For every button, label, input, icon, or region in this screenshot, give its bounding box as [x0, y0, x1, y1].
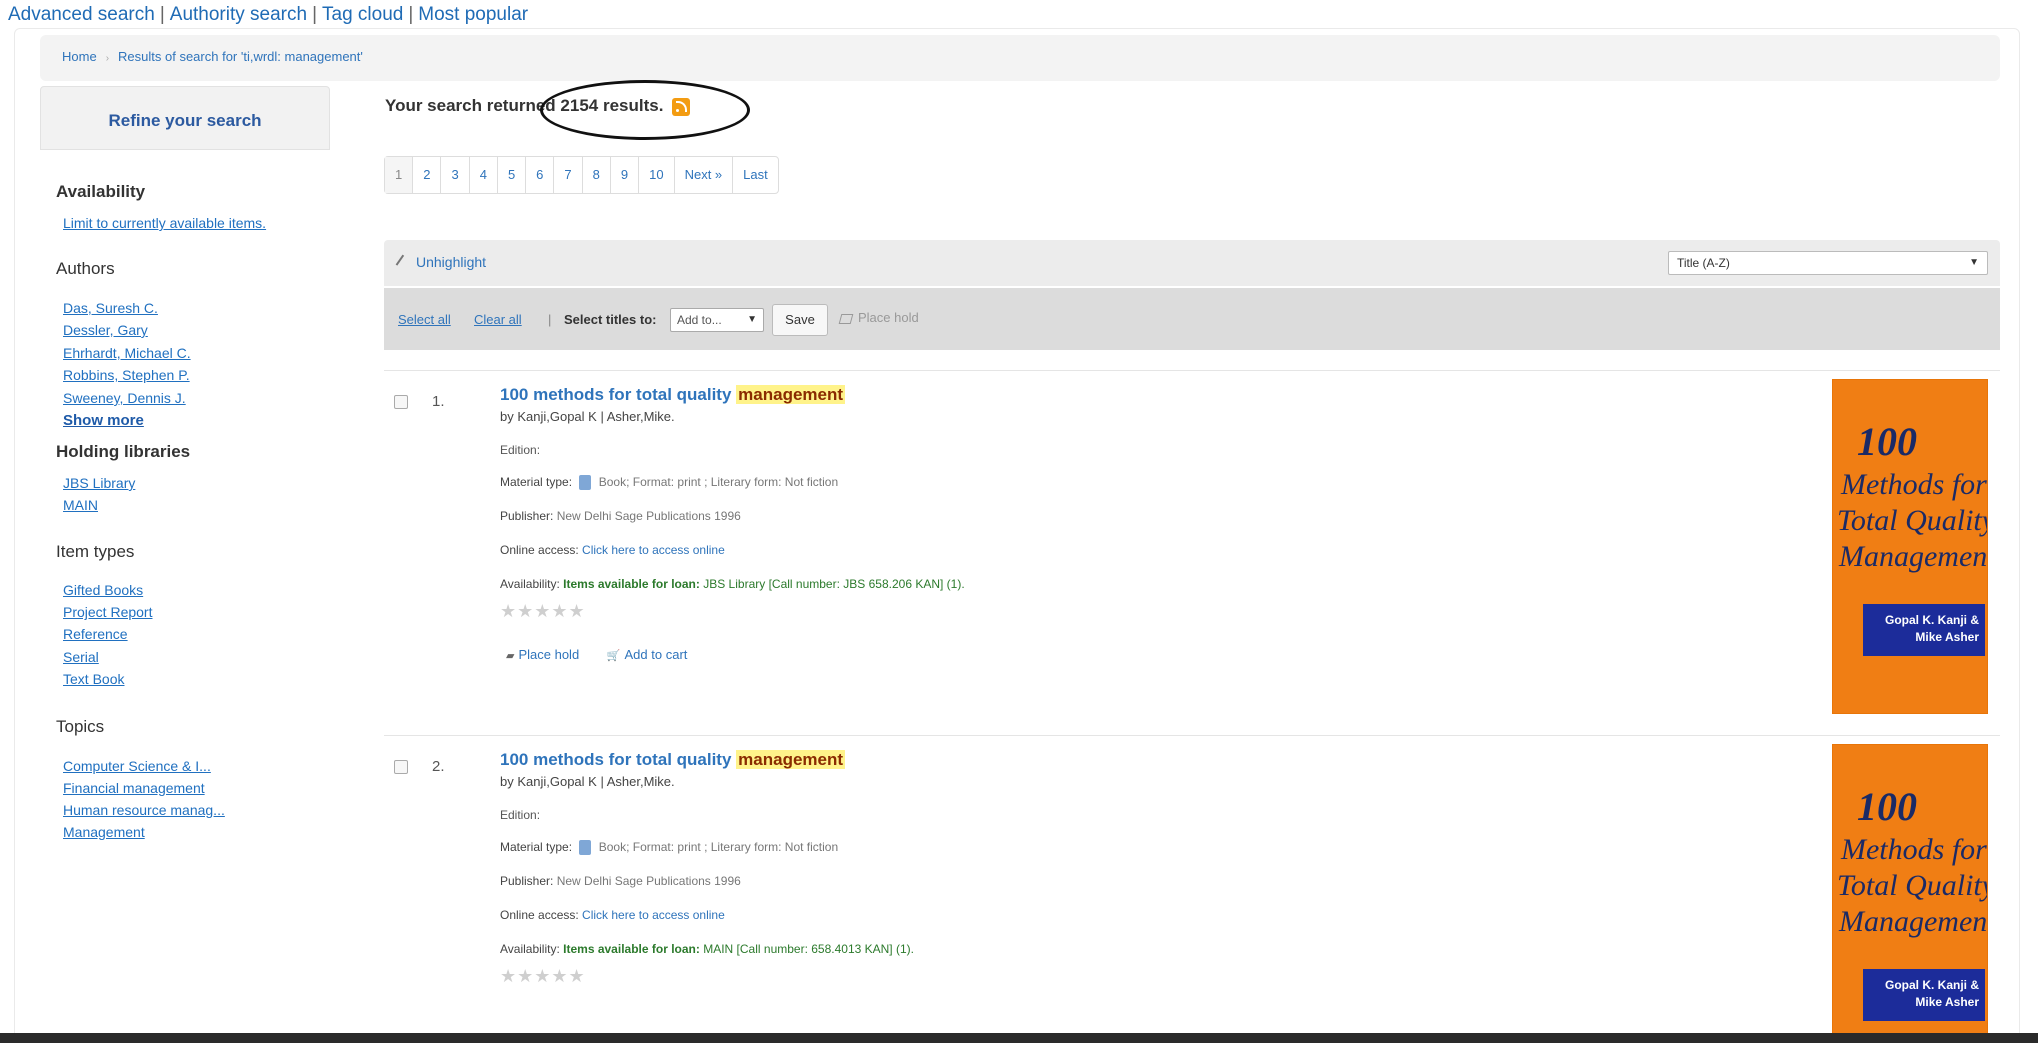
- pagination: 1 2 3 4 5 6 7 8 9 10 Next » Last: [384, 156, 779, 194]
- result-availability: Availability: Items available for loan: …: [500, 942, 914, 956]
- tag-cloud-link[interactable]: Tag cloud: [322, 4, 403, 25]
- book-icon: [579, 840, 592, 856]
- page-link-5[interactable]: 5: [498, 157, 527, 193]
- show-more-authors-link[interactable]: Show more: [63, 412, 144, 429]
- facet-title-topics: Topics: [56, 717, 105, 736]
- book-cover-image[interactable]: 100 Methods for Total Quality Management…: [1832, 379, 1988, 714]
- hold-icon: [838, 313, 854, 324]
- top-links: Advanced search | Authority search | Tag clo…: [8, 4, 529, 25]
- page-link-3[interactable]: 3: [441, 157, 470, 193]
- results-toolbar: Unhighlight Title (A-Z) ▼: [384, 240, 2000, 286]
- breadcrumb-current[interactable]: Results of search for 'ti,wrdl: manageme…: [118, 49, 363, 64]
- topic-link[interactable]: Financial management: [63, 780, 205, 796]
- topic-link[interactable]: Management: [63, 824, 145, 840]
- result-material-type: Material type: Book; Format: print ; Lit…: [500, 475, 839, 491]
- result-record: 1. 100 methods for total quality managem…: [384, 370, 2000, 736]
- facets-sidebar: Refine your search Availability Limit to…: [40, 86, 330, 1043]
- taskbar: [0, 1033, 2038, 1043]
- facet-title-item-types: Item types: [56, 542, 135, 561]
- selection-toolbar: Select all Clear all | Select titles to:…: [384, 288, 2000, 350]
- topic-link[interactable]: Computer Science & I...: [63, 758, 211, 774]
- library-link[interactable]: MAIN: [63, 497, 98, 513]
- result-online-access: Online access: Click here to access onli…: [500, 908, 725, 922]
- cart-icon: 🛒: [606, 650, 621, 662]
- result-material-type: Material type: Book; Format: print ; Lit…: [500, 840, 839, 856]
- result-online-access: Online access: Click here to access onli…: [500, 543, 725, 557]
- author-link[interactable]: Robbins, Stephen P.: [63, 367, 190, 383]
- result-publisher: Publisher: New Delhi Sage Publications 1…: [500, 509, 741, 523]
- clear-all-link[interactable]: Clear all: [474, 312, 522, 327]
- author-link[interactable]: Ehrhardt, Michael C.: [63, 345, 191, 361]
- page-link-2[interactable]: 2: [413, 157, 442, 193]
- facet-title-holding-libraries: Holding libraries: [56, 442, 191, 461]
- result-actions: ▰ Place hold 🛒 Add to cart: [506, 647, 711, 662]
- result-publisher: Publisher: New Delhi Sage Publications 1…: [500, 874, 741, 888]
- online-access-link[interactable]: Click here to access online: [582, 543, 725, 557]
- result-availability: Availability: Items available for loan: …: [500, 577, 965, 591]
- result-edition: Edition:: [500, 808, 541, 822]
- pencil-icon: [395, 254, 413, 272]
- authority-search-link[interactable]: Authority search: [170, 4, 307, 25]
- author-link[interactable]: Dessler, Gary: [63, 322, 148, 338]
- page-link-6[interactable]: 6: [526, 157, 555, 193]
- limit-available-link[interactable]: Limit to currently available items.: [63, 215, 266, 231]
- library-link[interactable]: JBS Library: [63, 475, 135, 491]
- add-to-cart-link[interactable]: 🛒 Add to cart: [607, 647, 688, 662]
- book-icon: [579, 475, 592, 491]
- result-number: 2.: [432, 758, 445, 775]
- refine-search-header: Refine your search: [40, 86, 330, 150]
- advanced-search-link[interactable]: Advanced search: [8, 4, 155, 25]
- add-to-select[interactable]: Add to... ▼: [670, 308, 764, 332]
- result-number: 1.: [432, 393, 445, 410]
- result-title-link[interactable]: 100 methods for total quality management: [500, 385, 846, 405]
- result-authors[interactable]: by Kanji,Gopal K | Asher,Mike.: [500, 774, 675, 789]
- facet-title-authors: Authors: [56, 259, 115, 278]
- page-link-4[interactable]: 4: [470, 157, 498, 193]
- annotation-ellipse: [540, 80, 750, 140]
- dropdown-arrow-icon: ▼: [1969, 257, 1979, 268]
- dropdown-arrow-icon: ▼: [747, 314, 757, 325]
- breadcrumb: Home › Results of search for 'ti,wrdl: man…: [40, 35, 2000, 81]
- item-type-link[interactable]: Text Book: [63, 671, 124, 687]
- item-type-link[interactable]: Reference: [63, 626, 128, 642]
- unhighlight-link[interactable]: Unhighlight: [395, 254, 486, 272]
- place-hold-button[interactable]: Place hold: [838, 310, 919, 325]
- author-link[interactable]: Das, Suresh C.: [63, 300, 158, 316]
- result-edition: Edition:: [500, 443, 541, 457]
- result-title-link[interactable]: 100 methods for total quality management: [500, 750, 846, 770]
- place-hold-link[interactable]: ▰ Place hold: [506, 647, 579, 662]
- select-all-link[interactable]: Select all: [398, 312, 451, 327]
- author-link[interactable]: Sweeney, Dennis J.: [63, 390, 186, 406]
- facet-title-availability: Availability: [56, 182, 146, 201]
- result-authors[interactable]: by Kanji,Gopal K | Asher,Mike.: [500, 409, 675, 424]
- item-type-link[interactable]: Serial: [63, 649, 99, 665]
- page-link-8[interactable]: 8: [583, 157, 611, 193]
- hold-icon: ▰: [506, 650, 515, 662]
- sort-select[interactable]: Title (A-Z) ▼: [1668, 251, 1988, 275]
- page-link-7[interactable]: 7: [554, 157, 583, 193]
- item-type-link[interactable]: Project Report: [63, 604, 152, 620]
- page-link-10[interactable]: 10: [639, 157, 675, 193]
- page-link-1[interactable]: 1: [385, 157, 414, 193]
- online-access-link[interactable]: Click here to access online: [582, 908, 725, 922]
- result-checkbox[interactable]: [394, 760, 408, 774]
- page-link-9[interactable]: 9: [611, 157, 640, 193]
- result-checkbox[interactable]: [394, 395, 408, 409]
- book-cover-image[interactable]: 100 Methods for Total Quality Management…: [1832, 744, 1988, 1036]
- most-popular-link[interactable]: Most popular: [418, 4, 528, 25]
- result-record: 2. 100 methods for total quality managem…: [384, 735, 2000, 1036]
- breadcrumb-home[interactable]: Home: [62, 49, 97, 64]
- item-type-link[interactable]: Gifted Books: [63, 582, 143, 598]
- rating-stars[interactable]: ★★★★★: [500, 966, 586, 987]
- breadcrumb-separator-icon: ›: [105, 53, 110, 64]
- save-button[interactable]: Save: [772, 304, 828, 336]
- page-last-link[interactable]: Last: [733, 157, 778, 193]
- rating-stars[interactable]: ★★★★★: [500, 601, 586, 622]
- page-next-link[interactable]: Next »: [675, 157, 734, 193]
- topic-link[interactable]: Human resource manag...: [63, 802, 225, 818]
- select-titles-label: Select titles to:: [564, 312, 657, 327]
